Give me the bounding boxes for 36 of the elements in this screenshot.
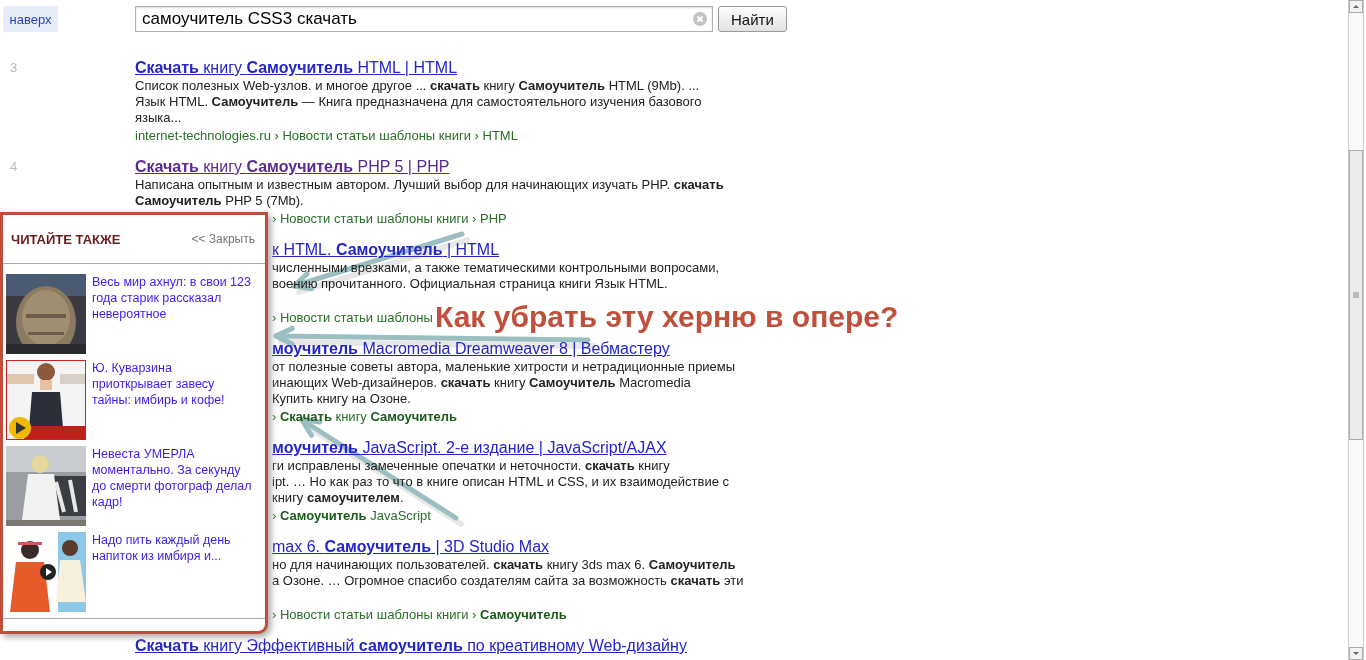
article-link[interactable]: Невеста УМЕРЛА моментально. За секунду до смерти фотограф делал кадр! xyxy=(92,446,252,527)
close-link[interactable]: << Закрыть xyxy=(191,232,255,247)
result-snippet: Список полезных Web-узлов. и многое другое ... скачать книгу Самоучитель HTML (9Mb). ... Язык HTML. Самоучитель — Книга предназначена для самостоятельного изучения базового языка... xyxy=(135,78,702,126)
search-button[interactable]: Найти xyxy=(718,6,787,32)
result-snippet: численными врезками, а также тематическими контрольными вопросами, воению прочитанного. Официальная страница книги Язык HTML. xyxy=(272,260,720,292)
result-snippet: Написана опытным и известным автором. Лучший выбор для начинающих изучать PHP. скачать Самоучитель PHP 5 (7Mb). xyxy=(135,177,724,209)
result-url: › Новости статьи шаблоны книги › Самоучитель xyxy=(272,607,567,622)
result-number: 4 xyxy=(10,159,18,174)
result-title-link[interactable]: Скачать книгу Эффективный самоучитель по креативному Web-дизайну xyxy=(135,637,687,654)
article-link[interactable]: Надо пить каждый день напиток из имбиря и... xyxy=(92,532,252,613)
result-snippet: от полезные советы автора, маленькие хитрости и нетрадиционные приемы инающих Web-дизайнеров. скачать книгу Самоучитель Macromedia Купить книгу на Озоне. xyxy=(272,359,736,407)
result-url: › Новости статьи шаблоны xyxy=(272,310,433,325)
result-url: › Скачать книгу Самоучитель xyxy=(272,409,458,424)
result-url: internet-technologies.ru › Новости статьи шаблоны книги › HTML xyxy=(135,128,518,143)
article-link[interactable]: Весь мир ахнул: в свои 123 года старик рассказал невероятное xyxy=(92,274,252,355)
result-title-link[interactable]: к HTML. Самоучитель | HTML xyxy=(272,241,500,258)
result-title-link[interactable]: Скачать книгу Самоучитель HTML | HTML xyxy=(135,59,458,76)
scrollbar[interactable] xyxy=(1348,0,1364,660)
result-url: › Новости статьи шаблоны книги › PHP xyxy=(272,211,507,226)
result-title-link[interactable]: моучитель JavaScript. 2-е издание | JavaScript/AJAX xyxy=(272,439,667,456)
annotation-text: Как убрать эту херню в опере? xyxy=(435,300,899,334)
clear-icon[interactable] xyxy=(693,12,707,26)
result-title-link[interactable]: моучитель Macromedia Dreamweaver 8 | Вебмастеру xyxy=(272,340,670,357)
scroll-down-icon[interactable] xyxy=(1349,647,1363,660)
search-field[interactable]: самоучитель CSS3 скачать xyxy=(135,6,713,32)
result-snippet: но для начинающих пользователей. скачать книгу 3ds max 6. Самоучитель а Озоне. … Огромное спасибо создателям сайта за возможность скачать эти xyxy=(272,557,744,589)
article-link[interactable]: Ю. Куварзина приоткрывает завесу тайны: имбирь и кофе! xyxy=(92,360,252,441)
panel-title: ЧИТАЙТЕ ТАКЖЕ xyxy=(11,231,121,247)
scroll-up-icon[interactable] xyxy=(1349,0,1363,13)
scrollbar-thumb[interactable] xyxy=(1349,150,1363,440)
result-url: › Самоучитель JavaScript xyxy=(272,508,431,523)
scroll-top-button[interactable]: наверх xyxy=(3,6,58,32)
result-title-link[interactable]: max 6. Самоучитель | 3D Studio Max xyxy=(272,538,550,555)
result-number: 3 xyxy=(10,60,18,75)
result-snippet: ги исправлены замеченные опечатки и неточности. скачать книгу ipt. … Но как раз то что в книге описан HTML и CSS, и их взаимодействие с книгу самоучителем. xyxy=(272,458,729,506)
result-title-link[interactable]: Скачать книгу Самоучитель PHP 5 | PHP xyxy=(135,158,450,175)
